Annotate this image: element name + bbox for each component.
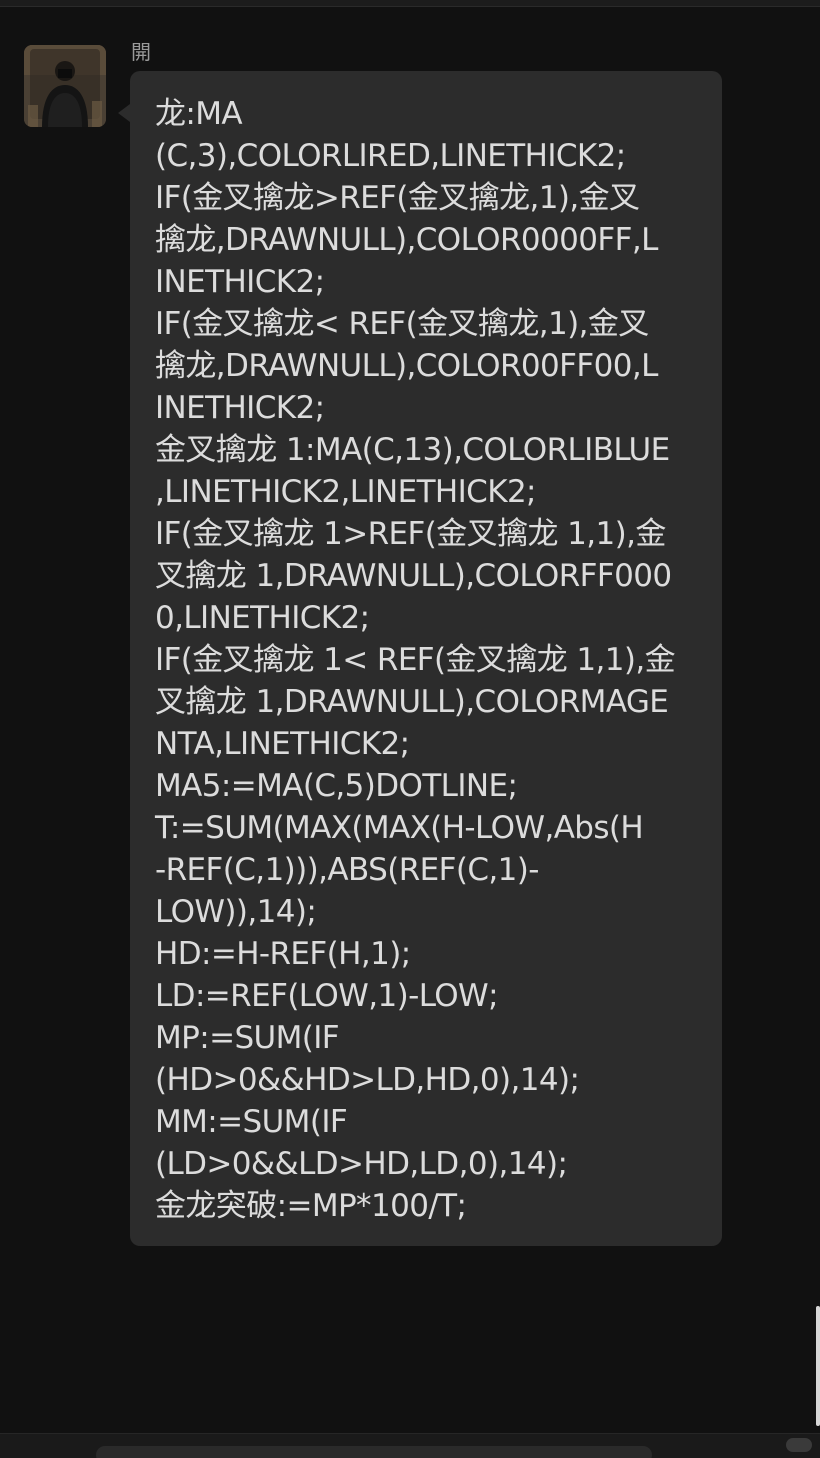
watermark-badge-icon [786,1438,812,1452]
sender-avatar[interactable] [24,45,106,127]
message-bubble[interactable]: 龙:MA (C,3),COLORLIRED,LINETHICK2; IF(金叉擒… [130,71,722,1246]
sender-name: 開 [131,40,151,64]
bottom-input-bar [0,1433,820,1458]
message-input[interactable] [96,1446,652,1458]
scrollbar-thumb[interactable] [816,1306,820,1426]
chat-screen: 開 龙:MA (C,3),COLORLIRED,LINETHICK2; IF(金… [0,0,820,1458]
top-bar-edge [0,0,820,7]
bubble-tail [118,104,130,122]
message-text: 龙:MA (C,3),COLORLIRED,LINETHICK2; IF(金叉擒… [155,96,676,1224]
avatar-photo-icon [24,45,106,127]
